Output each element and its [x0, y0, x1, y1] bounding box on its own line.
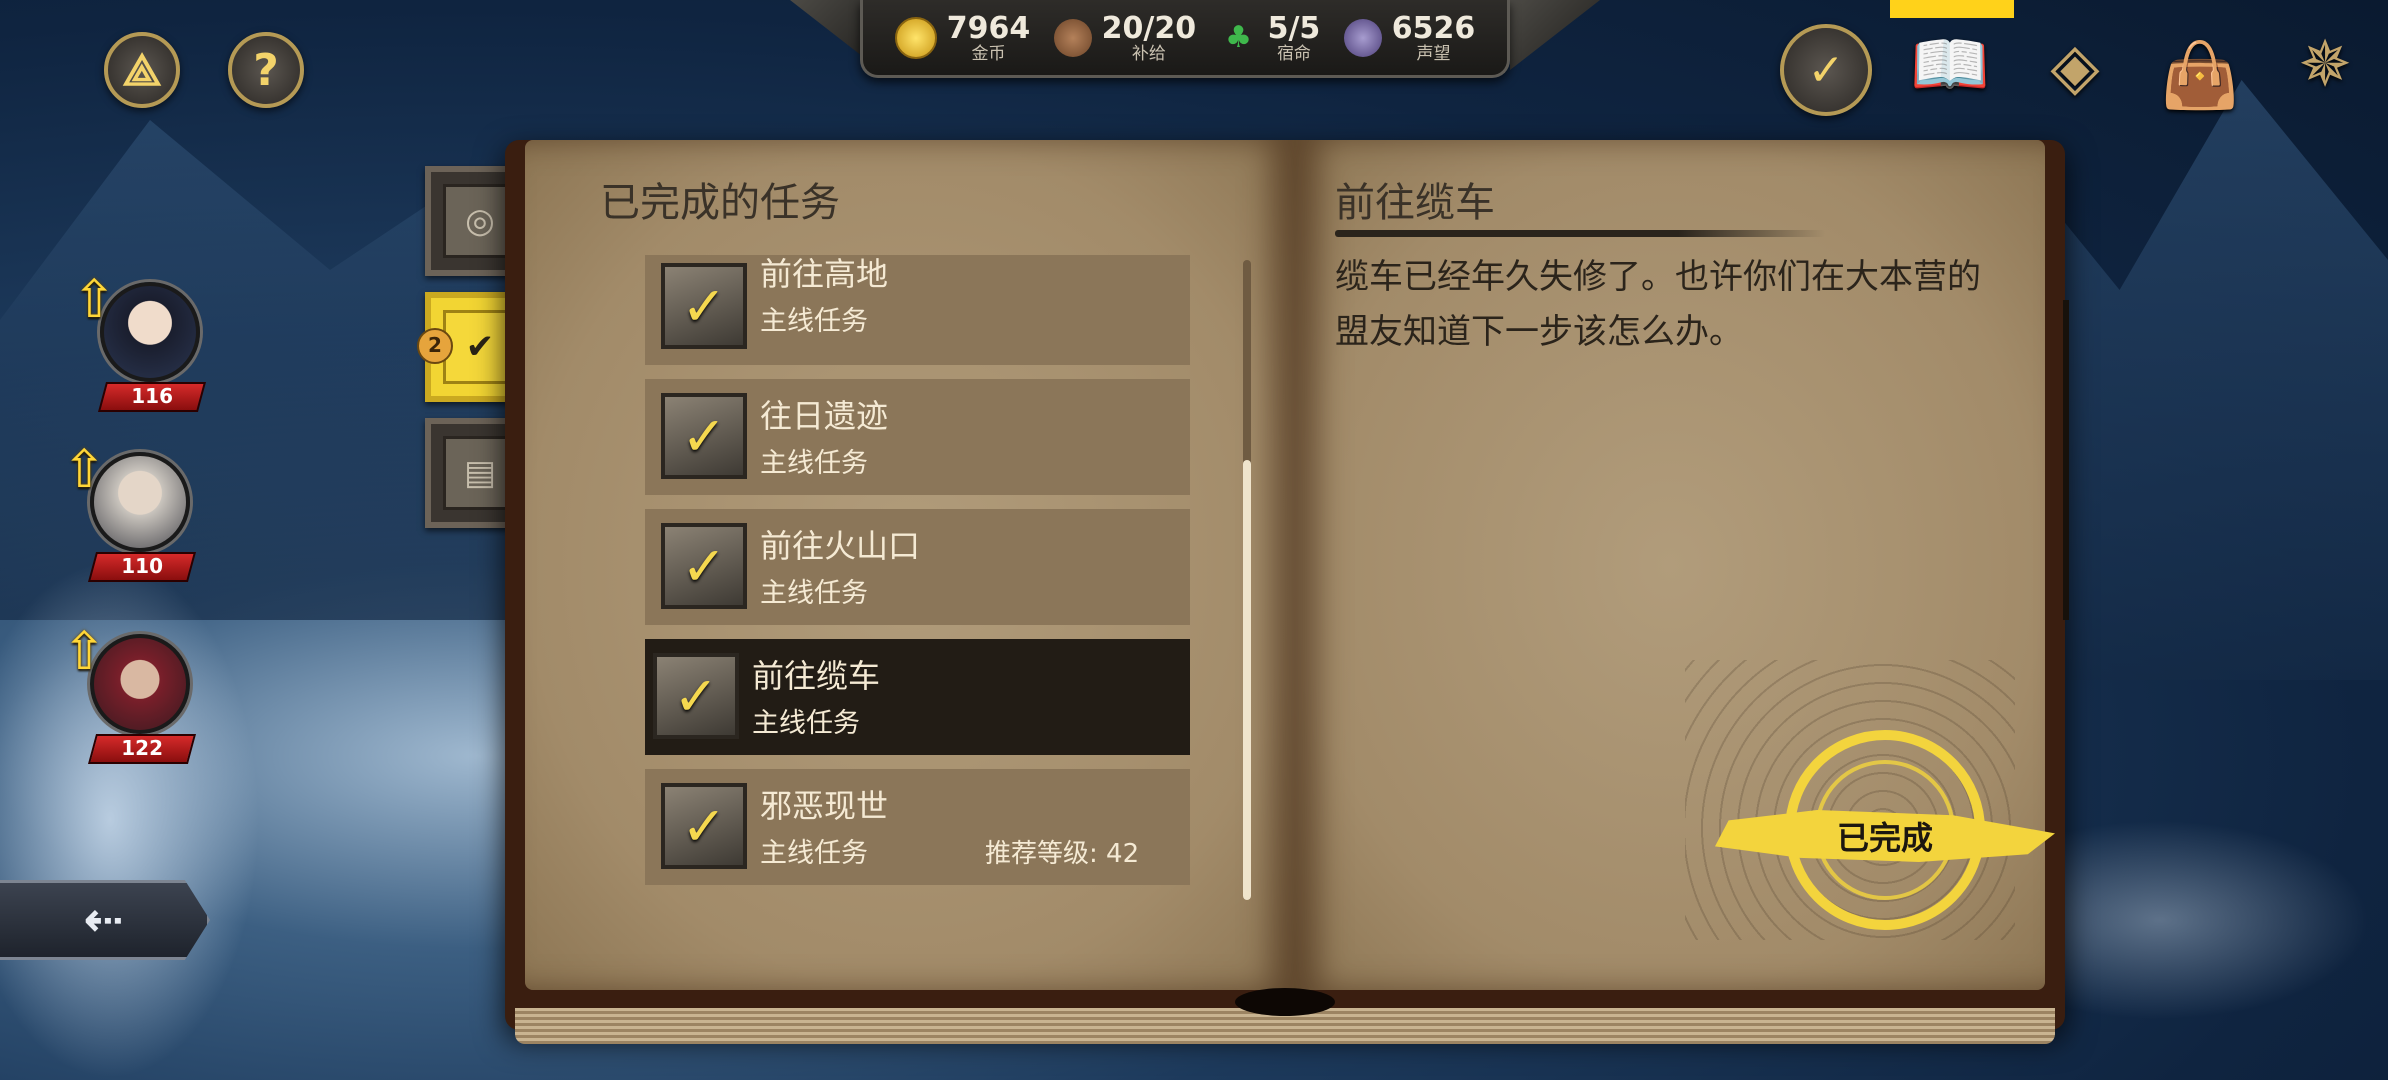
- satchel-icon: 👜: [2160, 38, 2240, 113]
- hero-portrait-3[interactable]: 122 ⇧: [62, 624, 197, 784]
- completed-status-text: 已完成: [1836, 819, 1933, 857]
- hero-portrait-2[interactable]: 110 ⇧: [62, 442, 197, 602]
- compass-icon: ✵: [2298, 28, 2352, 102]
- list-item[interactable]: ✓ 前往高地 主线任务: [645, 255, 1190, 365]
- resource-bar: 7964 金币 20/20 补给 ♣ 5/5 宿命 6526 声望: [860, 0, 1510, 78]
- gold-coin-icon: [894, 16, 937, 59]
- tab-count-badge: 2: [417, 328, 453, 364]
- back-arrow-icon: ⇠: [83, 892, 124, 948]
- hero-level-badge: 122: [87, 734, 197, 764]
- bookmark-ribbon: [2063, 300, 2069, 620]
- left-page: 已完成的任务 ✓ 前往高地 主线任务 ✓ 往日遗迹 主线任务 ✓ 前往火山口 主…: [525, 140, 1295, 990]
- quest-description: 缆车已经年久失修了。也许你们在大本营的盟友知道下一步该怎么办。: [1335, 257, 1981, 352]
- quest-name: 前往高地: [760, 255, 889, 293]
- inventory-button[interactable]: 👜: [2150, 30, 2250, 120]
- quest-type: 主线任务: [760, 578, 868, 609]
- quest-check-icon: ✓: [661, 523, 747, 609]
- scrollbar-thumb[interactable]: [1243, 460, 1251, 900]
- reputation-gem-icon: [1343, 18, 1382, 57]
- title-divider: [1335, 230, 1825, 237]
- level-up-arrow-icon: ⇧: [62, 440, 106, 500]
- triquetra-menu-button[interactable]: ⟁: [104, 32, 180, 108]
- journal-button[interactable]: 📖: [1890, 14, 2010, 114]
- list-item[interactable]: ✓ 前往火山口 主线任务: [645, 509, 1190, 625]
- quest-name: 邪恶现世: [760, 787, 889, 825]
- grid-menu-button[interactable]: ◈: [2030, 22, 2120, 112]
- gold-label: 金币: [971, 43, 1006, 64]
- quest-type: 主线任务: [752, 708, 860, 739]
- resource-reputation: 6526 声望: [1343, 10, 1476, 64]
- quest-list[interactable]: ✓ 前往高地 主线任务 ✓ 往日遗迹 主线任务 ✓ 前往火山口 主线任务 ✓ 前…: [645, 255, 1190, 885]
- level-up-arrow-icon: ⇧: [62, 622, 106, 682]
- map-compass-button[interactable]: ✵: [2280, 20, 2370, 110]
- fate-value: 5/5: [1267, 10, 1321, 46]
- supply-bag-icon: [1053, 18, 1092, 57]
- resource-fate: ♣ 5/5 宿命: [1220, 10, 1321, 64]
- supply-label: 补给: [1131, 43, 1166, 64]
- list-item[interactable]: ✓ 邪恶现世 主线任务 推荐等级: 42: [645, 769, 1190, 885]
- gold-value: 7964: [946, 10, 1031, 46]
- quest-complete-button[interactable]: ✓: [1780, 24, 1872, 116]
- grid-diamond-icon: ◈: [2050, 30, 2100, 104]
- hero-level-badge: 116: [97, 382, 207, 412]
- fate-label: 宿命: [1276, 43, 1311, 64]
- quest-name: 往日遗迹: [760, 397, 889, 435]
- quest-check-icon: ✓: [653, 653, 739, 739]
- recommended-level: 推荐等级: 42: [985, 839, 1140, 869]
- reputation-value: 6526: [1391, 10, 1476, 46]
- quest-journal-book: 已完成的任务 ✓ 前往高地 主线任务 ✓ 往日遗迹 主线任务 ✓ 前往火山口 主…: [505, 140, 2069, 1044]
- quest-type: 主线任务: [760, 306, 868, 337]
- quest-check-icon: ✓: [661, 263, 747, 349]
- resource-gold: 7964 金币: [894, 10, 1031, 64]
- checkmark-icon: ✓: [1807, 44, 1845, 96]
- book-spine-clasp: [1235, 988, 1335, 1016]
- clover-icon: ♣: [1225, 19, 1253, 55]
- hero-level-badge: 110: [87, 552, 197, 582]
- triquetra-icon: ⟁: [122, 44, 162, 96]
- quest-type: 主线任务: [760, 838, 868, 869]
- right-page: 前往缆车 缆车已经年久失修了。也许你们在大本营的盟友知道下一步该怎么办。 已完成: [1295, 140, 2055, 990]
- open-book-icon: 📖: [1910, 27, 1990, 102]
- quest-detail-title: 前往缆车: [1335, 180, 1495, 226]
- list-item-selected[interactable]: ✓ 前往缆车 主线任务: [645, 639, 1190, 755]
- supply-value: 20/20: [1101, 10, 1197, 46]
- quest-name: 前往缆车: [752, 657, 881, 695]
- quest-name: 前往火山口: [760, 527, 921, 565]
- quest-check-icon: ✓: [661, 393, 747, 479]
- hero-portrait-1[interactable]: 116 ⇧: [72, 272, 207, 432]
- reputation-label: 声望: [1416, 43, 1451, 64]
- topbar-right-ornament: [1510, 0, 1600, 70]
- page-title: 已完成的任务: [600, 180, 840, 226]
- question-mark-icon: ?: [253, 44, 279, 96]
- back-button[interactable]: ⇠: [0, 880, 210, 960]
- level-up-arrow-icon: ⇧: [72, 270, 116, 330]
- list-item[interactable]: ✓ 往日遗迹 主线任务: [645, 379, 1190, 495]
- quest-type: 主线任务: [760, 448, 868, 479]
- resource-supply: 20/20 补给: [1053, 10, 1197, 64]
- help-button[interactable]: ?: [228, 32, 304, 108]
- quest-check-icon: ✓: [661, 783, 747, 869]
